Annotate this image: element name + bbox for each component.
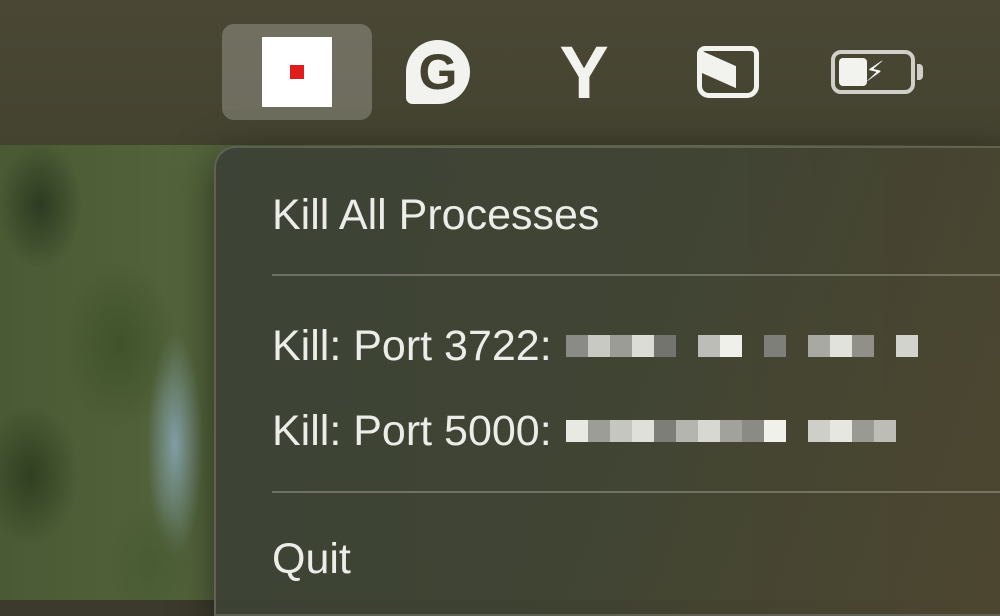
kill-port-3722-item[interactable]: Kill: Port 3722:	[272, 321, 918, 371]
grammarly-menu-extra[interactable]: G	[390, 24, 486, 120]
stop-square-icon	[262, 37, 332, 107]
stop-app-menu-extra[interactable]	[222, 24, 372, 120]
kill-port-5000-item[interactable]: Kill: Port 5000:	[272, 406, 896, 456]
battery-nub	[917, 64, 923, 80]
battery-charging-icon: ⚡	[831, 50, 915, 94]
menu-bar: G Y ⚡	[0, 0, 1000, 145]
hand-mirror-menu-extra[interactable]	[680, 24, 776, 120]
plug-icon: ⚡	[865, 56, 885, 87]
kill-all-processes-item[interactable]: Kill All Processes	[272, 190, 599, 240]
battery-menu-extra[interactable]: ⚡	[822, 24, 932, 120]
hand-icon	[697, 46, 759, 98]
grammarly-icon: G	[406, 40, 470, 104]
menu-separator	[272, 274, 1000, 276]
y-icon: Y	[559, 30, 609, 114]
menu-separator	[272, 491, 1000, 493]
quit-item[interactable]: Quit	[272, 534, 351, 584]
y-app-menu-extra[interactable]: Y	[536, 24, 632, 120]
stop-app-dropdown-menu: Kill All Processes Kill: Port 3722: Kill…	[214, 146, 1000, 616]
redacted-process-name	[565, 411, 896, 451]
redacted-process-name	[565, 326, 918, 366]
